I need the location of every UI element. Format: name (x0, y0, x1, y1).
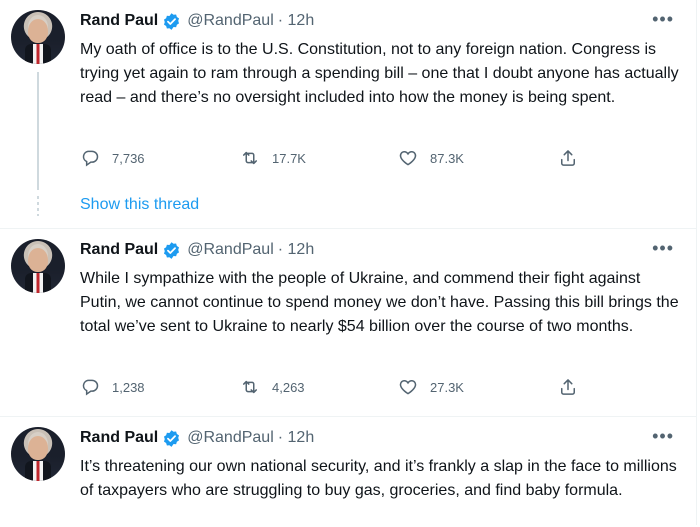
more-icon[interactable]: ••• (652, 427, 674, 445)
show-thread-link[interactable]: Show this thread (80, 196, 199, 214)
retweet-count: 4,263 (272, 379, 305, 395)
verified-badge-icon (164, 12, 180, 30)
avatar[interactable] (11, 10, 65, 64)
retweet-icon (243, 380, 257, 394)
tweet-header: Rand Paul @RandPaul · 12h (80, 427, 314, 449)
retweet-count: 17.7K (272, 150, 306, 166)
reply-icon (82, 379, 99, 396)
like-icon (399, 150, 417, 166)
tweet-actions: 7,736 17.7K 87.3K (80, 148, 600, 170)
tweet-3[interactable]: Rand Paul @RandPaul · 12h ••• It’s threa… (0, 417, 696, 527)
share-icon (561, 150, 575, 166)
timestamp[interactable]: · 12h (278, 241, 314, 259)
reply-button[interactable]: 7,736 (80, 148, 145, 168)
author-name[interactable]: Rand Paul (80, 241, 158, 259)
share-button[interactable] (558, 377, 590, 397)
more-icon[interactable]: ••• (652, 239, 674, 257)
reply-button[interactable]: 1,238 (80, 377, 145, 397)
like-button[interactable]: 87.3K (398, 148, 464, 168)
retweet-button[interactable]: 17.7K (240, 148, 306, 168)
tweet-text: It’s threatening our own national securi… (80, 458, 677, 499)
verified-badge-icon (164, 241, 180, 259)
like-count: 27.3K (430, 379, 464, 395)
author-handle[interactable]: @RandPaul (187, 429, 274, 447)
author-name[interactable]: Rand Paul (80, 12, 158, 30)
retweet-icon (243, 151, 257, 165)
retweet-button[interactable]: 4,263 (240, 377, 305, 397)
reply-count: 1,238 (112, 379, 145, 395)
like-button[interactable]: 27.3K (398, 377, 464, 397)
tweet-2[interactable]: Rand Paul @RandPaul · 12h ••• While I sy… (0, 229, 696, 416)
tweet-text: My oath of office is to the U.S. Constit… (80, 41, 679, 106)
thread-line (37, 196, 39, 216)
timestamp[interactable]: · 12h (278, 12, 314, 30)
reply-icon (82, 150, 99, 167)
tweet-1[interactable]: Rand Paul @RandPaul · 12h ••• My oath of… (0, 0, 696, 190)
like-icon (399, 379, 417, 395)
tweet-header: Rand Paul @RandPaul · 12h (80, 239, 314, 261)
share-button[interactable] (558, 148, 590, 168)
thread-line (37, 72, 39, 190)
tweet-header: Rand Paul @RandPaul · 12h (80, 10, 314, 32)
verified-badge-icon (164, 429, 180, 447)
author-name[interactable]: Rand Paul (80, 429, 158, 447)
timestamp[interactable]: · 12h (278, 429, 314, 447)
avatar[interactable] (11, 427, 65, 481)
like-count: 87.3K (430, 150, 464, 166)
tweet-text: While I sympathize with the people of Uk… (80, 270, 679, 335)
author-handle[interactable]: @RandPaul (187, 241, 274, 259)
author-handle[interactable]: @RandPaul (187, 12, 274, 30)
avatar[interactable] (11, 239, 65, 293)
timeline: Rand Paul @RandPaul · 12h ••• My oath of… (0, 0, 697, 525)
more-icon[interactable]: ••• (652, 10, 674, 28)
tweet-actions: 1,238 4,263 27.3K (80, 377, 600, 399)
reply-count: 7,736 (112, 150, 145, 166)
share-icon (561, 379, 575, 395)
